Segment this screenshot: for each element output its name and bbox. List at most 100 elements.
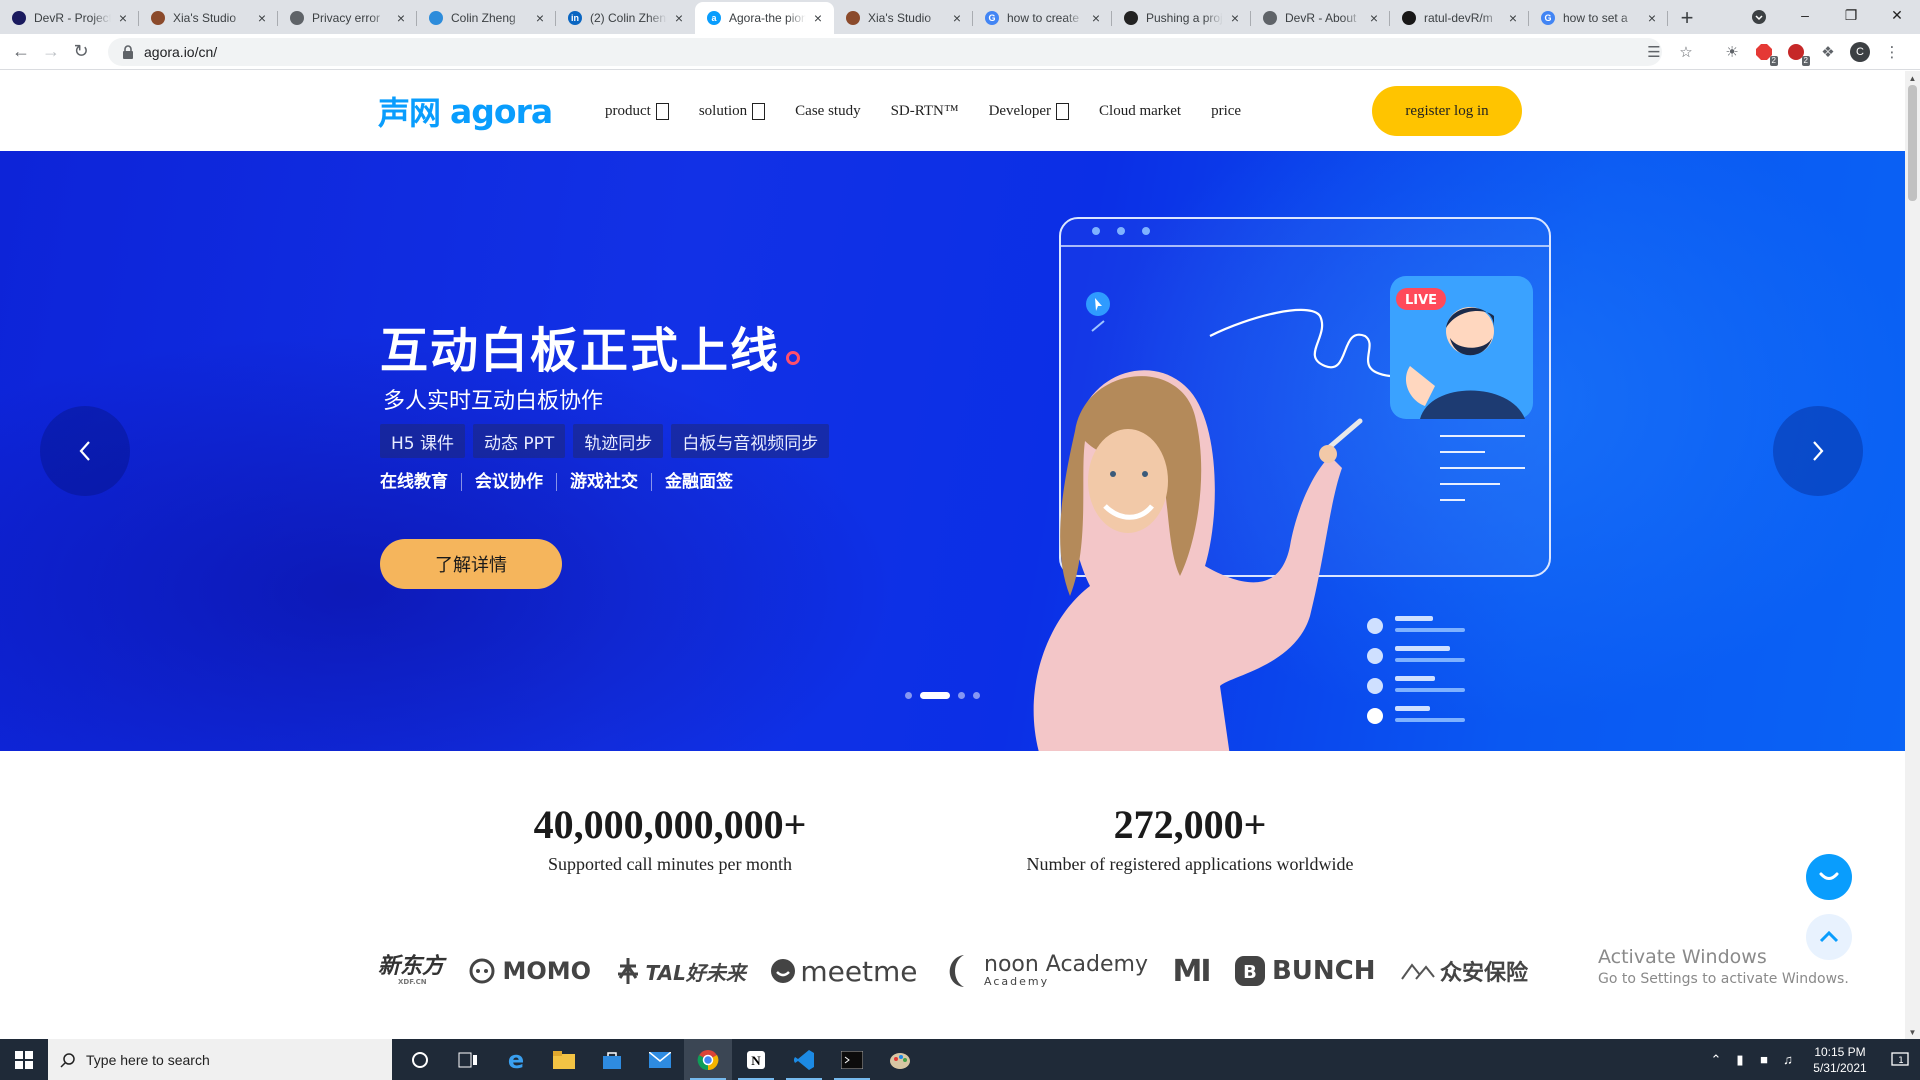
file-explorer-icon[interactable] [540,1039,588,1080]
stat-call-minutes: 40,000,000,000+ Supported call minutes p… [500,801,840,875]
client-logo-mi: MI [1172,953,1211,989]
back-button[interactable]: ← [7,38,35,66]
taskbar-search[interactable]: Type here to search [48,1039,392,1080]
minimize-window-button[interactable]: – [1782,0,1828,30]
tab-close-icon[interactable]: × [1505,10,1521,26]
task-view-icon[interactable] [444,1039,492,1080]
shield-extension-icon[interactable]: 2 [1784,40,1810,66]
nav-item[interactable]: Developer [989,102,1070,120]
start-button[interactable] [0,1039,48,1080]
scroll-up-arrow-icon[interactable]: ▲ [1905,71,1920,85]
puzzle-extensions-icon[interactable]: ❖ [1816,40,1840,64]
tab-close-icon[interactable]: × [254,10,270,26]
extension-icon[interactable]: ☀ [1720,40,1744,64]
edge-browser-icon[interactable]: e [492,1039,540,1080]
scroll-down-arrow-icon[interactable]: ▼ [1905,1025,1920,1039]
close-window-button[interactable]: ✕ [1874,0,1920,30]
tab-close-icon[interactable]: × [1227,10,1243,26]
paint-app-icon[interactable] [876,1039,924,1080]
tab-favicon-icon [429,11,443,25]
tab-search-icon[interactable] [1748,6,1770,28]
browser-tab[interactable]: Pushing a project × [1112,2,1251,34]
carousel-dot[interactable] [920,692,950,699]
browser-tab[interactable]: Ghow to create × [973,2,1112,34]
tab-favicon-icon [1402,11,1416,25]
tray-chevron-up-icon[interactable]: ⌃ [1704,1052,1728,1068]
browser-tab[interactable]: Xia's Studio × [139,2,278,34]
nav-item[interactable]: SD-RTN™ [891,103,959,120]
browser-tab[interactable]: Xia's Studio × [834,2,973,34]
browser-tab[interactable]: Ghow to set a × [1529,2,1668,34]
volume-icon[interactable]: ♫ [1776,1052,1800,1067]
mail-icon[interactable] [636,1039,684,1080]
stats-section: 40,000,000,000+ Supported call minutes p… [0,751,1905,901]
tab-title: Xia's Studio [868,11,931,25]
browser-tab[interactable]: Privacy error × [278,2,417,34]
browser-tab[interactable]: DevR - About × [1251,2,1390,34]
bookmark-star-icon[interactable]: ☆ [1674,40,1698,64]
address-bar[interactable]: agora.io/cn/ [108,38,1662,66]
network-icon[interactable]: ■ [1752,1052,1776,1067]
menu-kebab-icon[interactable]: ⋮ [1880,40,1904,64]
profile-avatar[interactable]: C [1848,40,1872,64]
battery-icon[interactable]: ▮ [1728,1052,1752,1068]
vscode-icon[interactable] [780,1039,828,1080]
tab-close-icon[interactable]: × [1088,10,1104,26]
browser-tab[interactable]: a Agora-the pioneer × [695,2,834,34]
site-header: 声网 agora product solution Case study SD-RTN… [0,71,1905,151]
agora-logo[interactable]: 声网 agora [378,91,553,133]
chrome-icon[interactable] [684,1039,732,1080]
nav-item[interactable]: Case study [795,103,860,120]
notification-center-icon[interactable]: 1 [1880,1039,1920,1080]
back-to-top-button[interactable] [1806,914,1852,960]
store-icon[interactable] [588,1039,636,1080]
nav-item[interactable]: Cloud market [1099,103,1181,120]
carousel-dot[interactable] [958,692,965,699]
taskbar-clock[interactable]: 10:15 PM 5/31/2021 [1800,1044,1880,1076]
tab-close-icon[interactable]: × [1644,10,1660,26]
tab-close-icon[interactable]: × [532,10,548,26]
browser-tab[interactable]: ratul-devR/m × [1390,2,1529,34]
page-scrollbar[interactable]: ▲ ▼ [1905,71,1920,1039]
client-logo-xdf: 新东方 XDF.CN [378,954,445,987]
tab-close-icon[interactable]: × [115,10,131,26]
chat-support-button[interactable] [1806,854,1852,900]
new-tab-button[interactable]: + [1672,2,1702,34]
browser-tab[interactable]: Colin Zheng × [417,2,556,34]
carousel-dot[interactable] [905,692,912,699]
browser-tab[interactable]: DevR - Project × [0,2,139,34]
nav-item[interactable]: price [1211,103,1241,120]
register-login-button[interactable]: register log in [1372,86,1522,136]
lock-icon [123,45,133,59]
scrollbar-thumb[interactable] [1908,85,1917,201]
carousel-next-button[interactable] [1773,406,1863,496]
nav-item[interactable]: solution [699,102,766,120]
cortana-icon[interactable] [396,1039,444,1080]
browser-tab[interactable]: in (2) Colin Zheng × [556,2,695,34]
learn-more-button[interactable]: 了解详情 [380,539,562,589]
carousel-dot[interactable] [973,692,980,699]
notion-icon[interactable]: N [732,1039,780,1080]
live-badge: LIVE [1405,293,1437,308]
feature-chip: 白板与音视频同步 [671,424,830,458]
forward-button[interactable]: → [37,38,65,66]
translate-icon[interactable]: ☰ [1642,40,1666,64]
nav-item-label: product [605,102,651,119]
carousel-prev-button[interactable] [40,406,130,496]
tab-close-icon[interactable]: × [949,10,965,26]
browser-tab-strip: DevR - Project × Xia's Studio × Privacy erro… [0,0,1920,34]
tab-close-icon[interactable]: × [671,10,687,26]
chat-smile-icon [1819,872,1839,880]
adblock-extension-icon[interactable]: 2 [1752,40,1778,66]
restore-window-button[interactable]: ❐ [1828,0,1874,30]
terminal-icon[interactable] [828,1039,876,1080]
tab-favicon-icon [846,11,860,25]
nav-item[interactable]: product [605,102,669,120]
tab-close-icon[interactable]: × [810,10,826,26]
dropdown-glyph-icon [752,102,766,120]
windows-taskbar: Type here to search e N ⌃ ▮ ■ ♫ 10:15 PM… [0,1039,1920,1080]
reload-button[interactable]: ↻ [67,38,95,66]
tab-close-icon[interactable]: × [393,10,409,26]
tab-close-icon[interactable]: × [1366,10,1382,26]
dropdown-glyph-icon [655,102,669,120]
